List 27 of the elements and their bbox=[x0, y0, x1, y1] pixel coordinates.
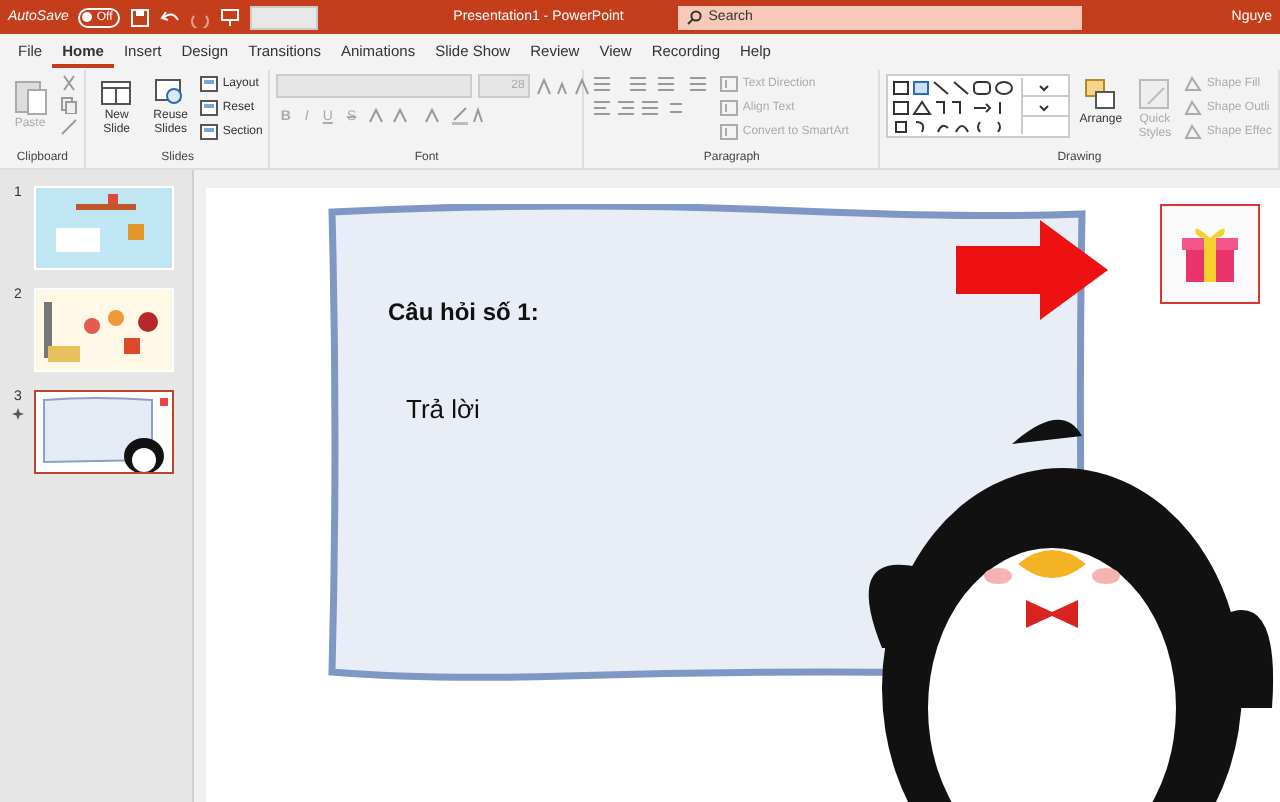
slide-layout-icon bbox=[200, 124, 219, 140]
question-text: Câu hỏi số 1: bbox=[388, 298, 539, 326]
cut-icon bbox=[60, 74, 78, 92]
answer-text: Trả lời bbox=[406, 394, 480, 424]
save-icon bbox=[130, 7, 151, 27]
paste-icon bbox=[12, 76, 48, 116]
font-name-field[interactable] bbox=[276, 74, 473, 98]
slide-layout-icon bbox=[200, 76, 219, 92]
slide-thumbnail[interactable] bbox=[34, 186, 174, 270]
undo-icon bbox=[160, 7, 181, 27]
quick-styles-icon bbox=[1136, 76, 1173, 112]
present-icon bbox=[220, 7, 241, 27]
paragraph-option-icon bbox=[720, 76, 739, 92]
search-icon bbox=[686, 9, 703, 25]
paragraph-option-icon bbox=[720, 124, 739, 140]
text-format-icon bbox=[366, 106, 487, 126]
slide-layout-icon bbox=[200, 100, 219, 116]
paragraph-option-icon bbox=[720, 100, 739, 116]
arrange-icon bbox=[1082, 76, 1119, 112]
brush-icon bbox=[60, 118, 78, 136]
copy-icon bbox=[60, 96, 78, 114]
font-size-icon bbox=[536, 76, 593, 96]
new-slide-icon bbox=[98, 76, 135, 108]
quick-access-field[interactable] bbox=[250, 5, 319, 29]
gift-button[interactable] bbox=[1160, 204, 1260, 304]
slide-thumbnail[interactable] bbox=[34, 390, 174, 474]
slide-thumbnail[interactable] bbox=[34, 288, 174, 372]
